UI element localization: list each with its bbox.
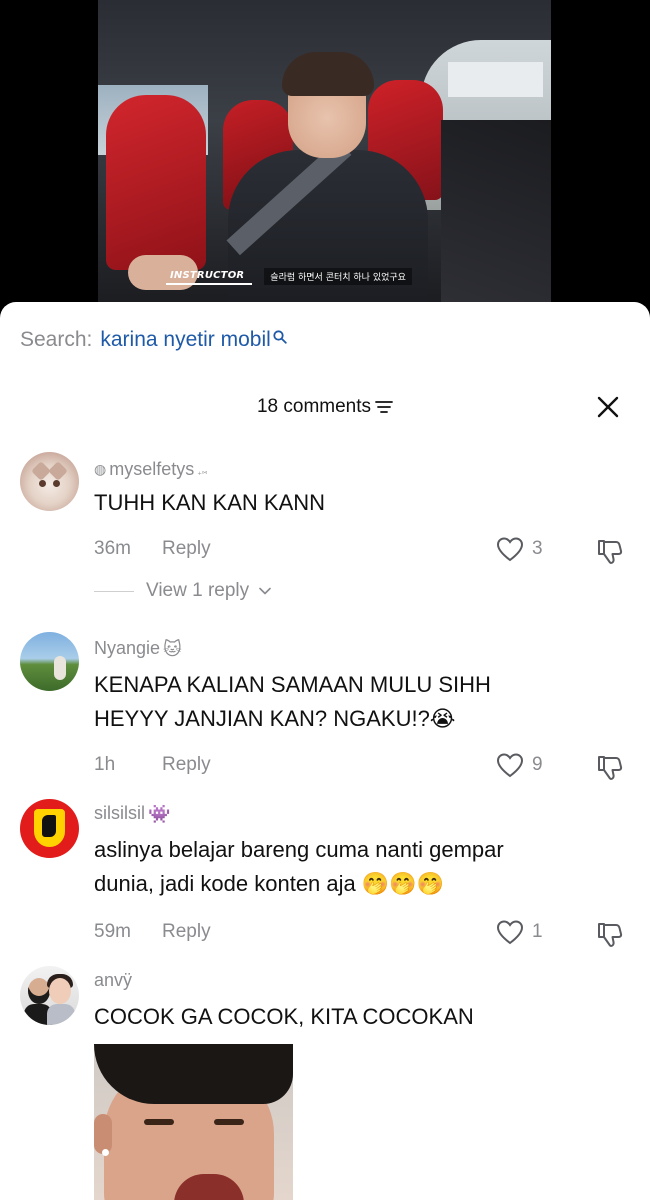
filter-icon[interactable]: [375, 400, 393, 414]
comment-text: TUHH KAN KAN KANN: [94, 490, 326, 515]
avatar[interactable]: [20, 799, 79, 858]
comment-username[interactable]: anvÿ: [94, 970, 132, 991]
username-prefix: ◍: [94, 461, 107, 477]
like-button[interactable]: 3: [496, 536, 543, 562]
comment-text: KENAPA KALIAN SAMAAN MULU SIHH HEYYY JAN…: [94, 668, 614, 736]
username-emoji: 🐱: [163, 638, 182, 659]
like-button[interactable]: 9: [496, 752, 543, 778]
comment-text: COCOK GA COCOK, KITA COCOKAN: [94, 1004, 474, 1029]
video-subtitle-bar: INSTRUCTOR 슬라럼 하면서 콘터치 하나 있었구요: [166, 268, 412, 285]
like-button[interactable]: 1: [496, 919, 543, 945]
video-subtitle: 슬라럼 하면서 콘터치 하나 있었구요: [264, 268, 412, 285]
video-seat-left: [106, 95, 206, 270]
video-player[interactable]: INSTRUCTOR 슬라럼 하면서 콘터치 하나 있었구요: [0, 0, 650, 330]
heart-icon: [496, 753, 524, 778]
username-text: anvÿ: [94, 970, 133, 990]
comment-text-line: dunia, jadi kode konten aja 🤭🤭🤭: [94, 871, 445, 896]
heart-icon: [496, 920, 524, 945]
username-emoji: 👾: [148, 803, 171, 824]
comment-text: aslinya belajar bareng cuma nanti gempar…: [94, 833, 614, 901]
video-driver-hair: [282, 52, 374, 96]
username-text: Nyangie: [94, 638, 161, 658]
username-text: myselfetys: [109, 459, 195, 479]
comment-username[interactable]: ◍ myselfetys ₊⑅: [94, 459, 207, 480]
like-count: 3: [532, 538, 543, 559]
view-replies-button[interactable]: View 1 reply: [94, 580, 271, 602]
video-overlay-tag: INSTRUCTOR: [166, 268, 253, 285]
comment-username[interactable]: silsilsil 👾: [94, 803, 170, 824]
comment-time: 36m: [94, 538, 131, 559]
search-icon: [273, 330, 287, 344]
search-label: Search:: [20, 328, 93, 351]
heart-icon: [496, 537, 524, 562]
reply-button[interactable]: Reply: [162, 754, 211, 776]
comments-count: 18 comments: [256, 396, 372, 417]
search-suggestion[interactable]: Search: karina nyetir mobil: [20, 328, 287, 352]
close-icon[interactable]: [596, 395, 620, 419]
dislike-icon[interactable]: [595, 752, 625, 782]
comment-meta: 1h Reply: [94, 754, 211, 776]
search-term-link[interactable]: karina nyetir mobil: [100, 328, 270, 352]
chevron-down-icon: [259, 587, 271, 595]
comment-time: 1h: [94, 754, 116, 775]
like-count: 1: [532, 921, 543, 942]
avatar[interactable]: [20, 966, 79, 1025]
video-frame: INSTRUCTOR 슬라럼 하면서 콘터치 하나 있었구요: [98, 0, 551, 302]
video-building: [448, 62, 543, 97]
username-text: silsilsil: [94, 803, 145, 823]
comment-time: 59m: [94, 921, 131, 942]
view-replies-line: [94, 590, 134, 592]
reply-button[interactable]: Reply: [162, 921, 211, 943]
comment-text-line: HEYYY JANJIAN KAN? NGAKU!?😭: [94, 706, 456, 731]
dislike-icon[interactable]: [595, 919, 625, 949]
comment-image[interactable]: [94, 1044, 293, 1200]
dislike-icon[interactable]: [595, 536, 625, 566]
comment-meta: 36m Reply: [94, 538, 211, 560]
comment-username[interactable]: Nyangie 🐱: [94, 638, 182, 659]
comments-sheet: Search: karina nyetir mobil 18 comments: [0, 302, 650, 1200]
comments-header: 18 comments: [0, 392, 650, 422]
comments-count-wrap[interactable]: 18 comments: [0, 396, 650, 418]
username-suffix: ₊⑅: [197, 467, 208, 477]
comment-meta: 59m Reply: [94, 921, 211, 943]
like-count: 9: [532, 754, 543, 775]
comment-text-line: aslinya belajar bareng cuma nanti gempar: [94, 837, 504, 862]
video-door: [441, 120, 551, 302]
reply-button[interactable]: Reply: [162, 538, 211, 560]
avatar[interactable]: [20, 632, 79, 691]
view-replies-label: View 1 reply: [146, 580, 250, 601]
avatar[interactable]: [20, 452, 79, 511]
comment-text-line: KENAPA KALIAN SAMAAN MULU SIHH: [94, 672, 491, 697]
